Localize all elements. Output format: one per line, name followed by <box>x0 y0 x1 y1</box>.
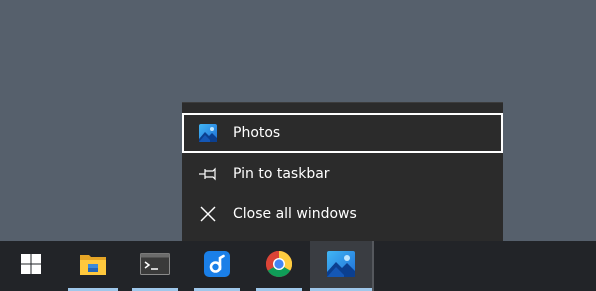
close-all-windows-label: Close all windows <box>233 206 357 222</box>
d-app-button[interactable] <box>186 241 248 291</box>
windows-logo-icon <box>20 253 42 279</box>
close-icon <box>198 204 218 224</box>
taskbar <box>0 241 596 291</box>
jump-list-menu: Photos Pin to taskbar Close all windows <box>182 102 503 241</box>
folder-icon <box>79 251 107 281</box>
jump-list-item-photos[interactable]: Photos <box>182 113 503 153</box>
photos-icon <box>198 123 218 143</box>
jump-list-item-label: Photos <box>233 125 281 141</box>
pin-icon <box>198 164 218 184</box>
photos-icon <box>326 250 356 282</box>
photos-button[interactable] <box>310 241 372 291</box>
close-all-windows-item[interactable]: Close all windows <box>182 194 503 234</box>
terminal-button[interactable] <box>124 241 186 291</box>
start-button[interactable] <box>0 241 62 291</box>
taskbar-divider <box>372 241 374 291</box>
chrome-button[interactable] <box>248 241 310 291</box>
pin-to-taskbar-label: Pin to taskbar <box>233 166 330 182</box>
file-explorer-button[interactable] <box>62 241 124 291</box>
terminal-icon <box>140 253 170 279</box>
pin-to-taskbar-item[interactable]: Pin to taskbar <box>182 154 503 194</box>
d-app-icon <box>204 251 230 281</box>
chrome-icon <box>265 250 293 282</box>
